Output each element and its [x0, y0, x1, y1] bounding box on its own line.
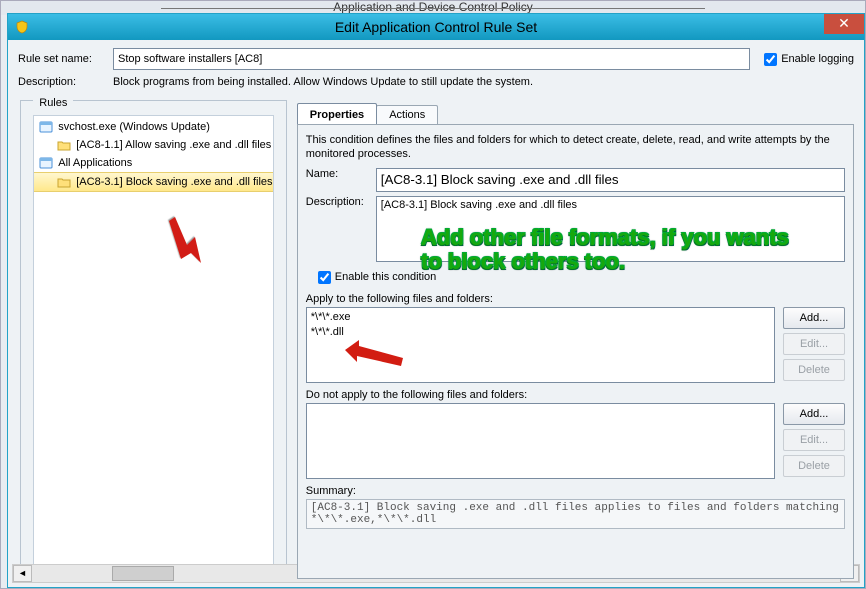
rules-tree[interactable]: svchost.exe (Windows Update) [AC8-1.1] A…	[33, 115, 273, 567]
dialog-title: Edit Application Control Rule Set	[8, 19, 864, 35]
tree-item-selected[interactable]: [AC8-3.1] Block saving .exe and .dll fil…	[34, 172, 272, 192]
noapply-label: Do not apply to the following files and …	[306, 389, 845, 401]
ruleset-name-input[interactable]	[113, 48, 750, 70]
cond-desc-input[interactable]: [AC8-3.1] Block saving .exe and .dll fil…	[376, 196, 845, 262]
cond-name-label: Name:	[306, 168, 376, 180]
dialog-titlebar: Edit Application Control Rule Set ✕	[8, 14, 864, 40]
edit-button[interactable]: Edit...	[783, 429, 845, 451]
tree-item[interactable]: svchost.exe (Windows Update)	[34, 118, 272, 136]
apply-label: Apply to the following files and folders…	[306, 293, 845, 305]
condition-intro-text: This condition defines the files and fol…	[306, 133, 845, 162]
scroll-left-arrow[interactable]: ◄	[13, 565, 32, 582]
add-button[interactable]: Add...	[783, 403, 845, 425]
tree-item[interactable]: All Applications	[34, 154, 272, 172]
cond-name-input[interactable]	[376, 168, 845, 192]
folder-icon	[56, 137, 72, 153]
list-item[interactable]: *\*\*.dll	[311, 325, 770, 340]
rules-group-label: Rules	[33, 97, 73, 111]
delete-button[interactable]: Delete	[783, 455, 845, 477]
enable-logging-checkbox[interactable]: Enable logging	[760, 50, 854, 69]
ruleset-desc-label: Description:	[18, 76, 113, 88]
app-icon	[38, 119, 54, 135]
edit-button[interactable]: Edit...	[783, 333, 845, 355]
tab-content: This condition defines the files and fol…	[297, 124, 854, 579]
dialog-window: Edit Application Control Rule Set ✕ Rule…	[7, 13, 865, 588]
apply-list[interactable]: *\*\*.exe *\*\*.dll	[306, 307, 775, 383]
summary-text: [AC8-3.1] Block saving .exe and .dll fil…	[306, 499, 845, 529]
app-icon	[38, 155, 54, 171]
tab-actions[interactable]: Actions	[376, 105, 438, 124]
add-button[interactable]: Add...	[783, 307, 845, 329]
tab-properties[interactable]: Properties	[297, 103, 377, 124]
close-button[interactable]: ✕	[824, 14, 864, 34]
folder-icon	[56, 174, 72, 190]
scroll-thumb[interactable]	[112, 566, 174, 581]
list-item[interactable]: *\*\*.exe	[311, 310, 770, 325]
summary-label: Summary:	[306, 485, 845, 497]
tree-item[interactable]: [AC8-1.1] Allow saving .exe and .dll fil…	[34, 136, 272, 154]
tab-strip: Properties Actions	[297, 100, 854, 124]
cond-desc-label: Description:	[306, 196, 376, 208]
ruleset-name-label: Rule set name:	[18, 53, 113, 65]
ruleset-desc-text: Block programs from being installed. All…	[113, 76, 533, 88]
delete-button[interactable]: Delete	[783, 359, 845, 381]
enable-condition-checkbox[interactable]: Enable this condition	[306, 268, 845, 287]
noapply-list[interactable]	[306, 403, 775, 479]
rules-groupbox: Rules svchost.exe (Windows Update)	[20, 100, 287, 579]
